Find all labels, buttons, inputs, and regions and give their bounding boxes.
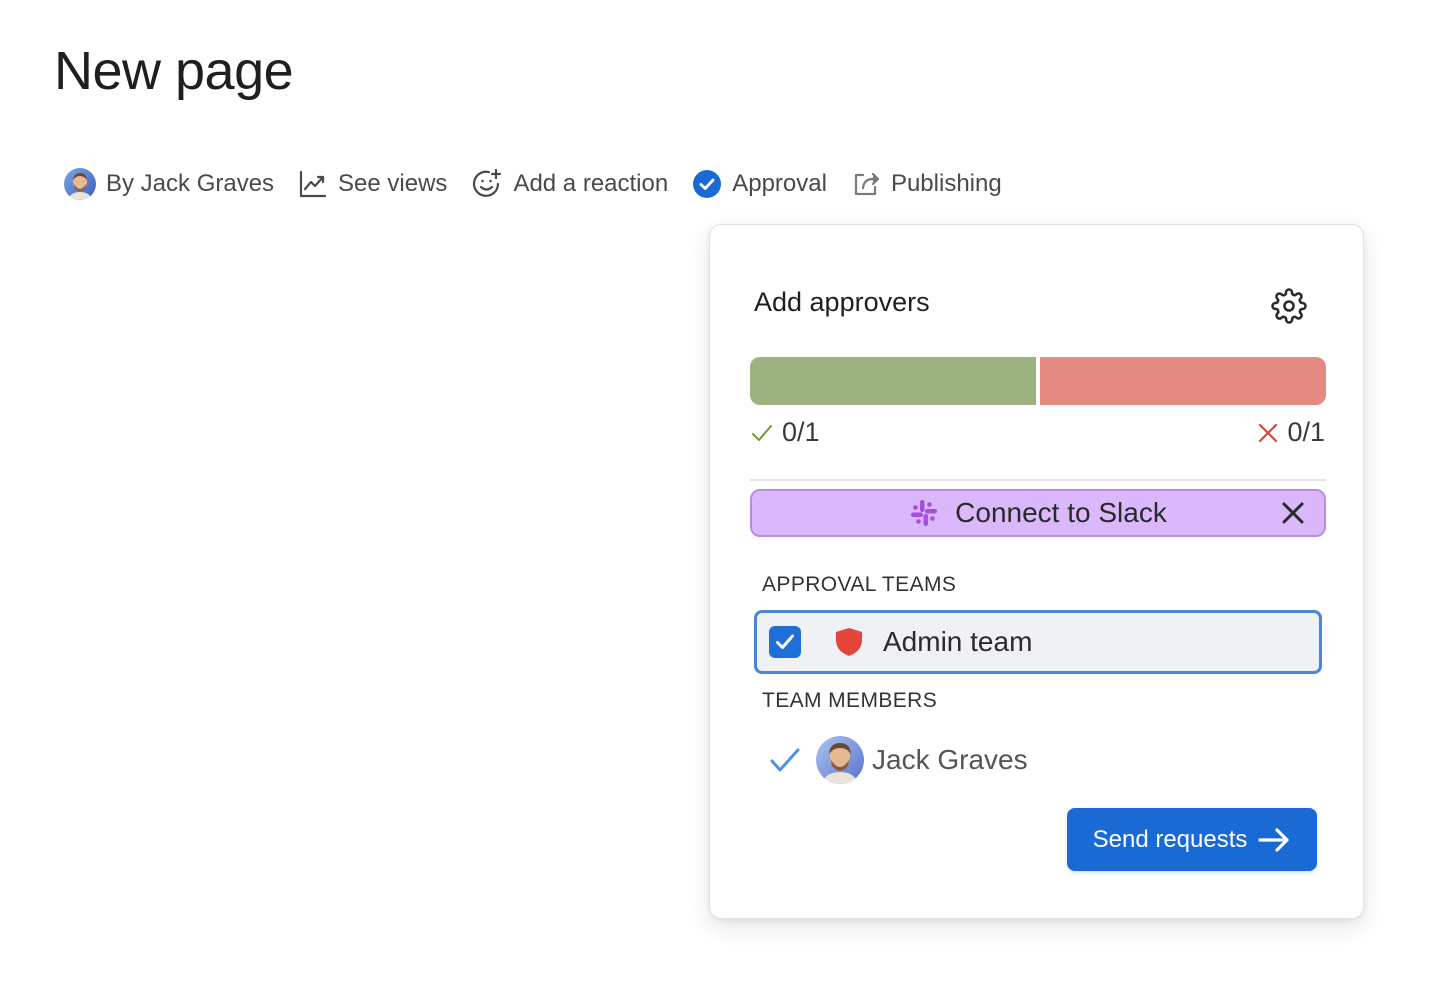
see-views-button[interactable]: See views	[298, 169, 447, 199]
settings-button[interactable]	[1270, 287, 1308, 325]
rejected-segment	[1040, 357, 1326, 405]
shield-icon	[833, 626, 865, 658]
approval-progress-bar	[750, 357, 1326, 405]
approval-button[interactable]: Approval	[692, 169, 827, 199]
approvals-popover: Add approvers 0/1 0/1 Connect to Slack A…	[709, 224, 1364, 919]
add-reaction-button[interactable]: Add a reaction	[471, 168, 668, 200]
page-title: New page	[54, 41, 294, 101]
rejected-count-label: 0/1	[1287, 417, 1325, 447]
check-circle-icon	[692, 169, 722, 199]
team-members-heading: TEAM MEMBERS	[762, 689, 938, 712]
smiley-add-icon	[471, 168, 503, 200]
member-name: Jack Graves	[872, 744, 1028, 775]
member-check-icon	[768, 743, 802, 777]
add-reaction-label: Add a reaction	[513, 170, 669, 197]
page-byline: By Jack Graves See views Add a reaction	[64, 166, 1026, 202]
send-requests-label: Send requests	[1092, 825, 1248, 853]
popover-header: Add approvers	[754, 287, 930, 317]
team-row[interactable]: Admin team	[754, 610, 1322, 674]
author-avatar-icon	[64, 168, 96, 200]
divider	[750, 479, 1326, 481]
chart-line-icon	[298, 169, 328, 199]
team-name: Admin team	[883, 626, 1033, 657]
arrow-right-icon	[1257, 827, 1291, 853]
approval-label: Approval	[732, 170, 827, 197]
publishing-label: Publishing	[890, 170, 1002, 197]
rejected-count: 0/1	[1257, 417, 1325, 448]
see-views-label: See views	[338, 170, 448, 197]
close-slack-banner-button[interactable]	[1278, 498, 1308, 528]
team-checkbox[interactable]	[769, 626, 801, 658]
close-icon	[1280, 500, 1306, 526]
gear-icon	[1271, 288, 1307, 324]
author-label: By Jack Graves	[106, 170, 275, 197]
check-icon	[750, 421, 774, 445]
approved-count-label: 0/1	[782, 417, 820, 447]
connect-slack-banner[interactable]: Connect to Slack	[750, 489, 1326, 537]
send-requests-button[interactable]: Send requests	[1067, 808, 1317, 871]
publishing-button[interactable]: Publishing	[851, 169, 1002, 199]
member-avatar-icon	[816, 736, 864, 784]
approved-count: 0/1	[750, 417, 820, 448]
author-byline[interactable]: By Jack Graves	[64, 168, 274, 200]
member-row[interactable]: Jack Graves	[768, 735, 1028, 785]
connect-slack-label: Connect to Slack	[955, 497, 1167, 528]
x-icon	[1257, 422, 1279, 444]
share-icon	[851, 169, 881, 199]
slack-icon	[909, 498, 939, 528]
approved-segment	[750, 357, 1036, 405]
approval-teams-heading: APPROVAL TEAMS	[762, 573, 957, 596]
